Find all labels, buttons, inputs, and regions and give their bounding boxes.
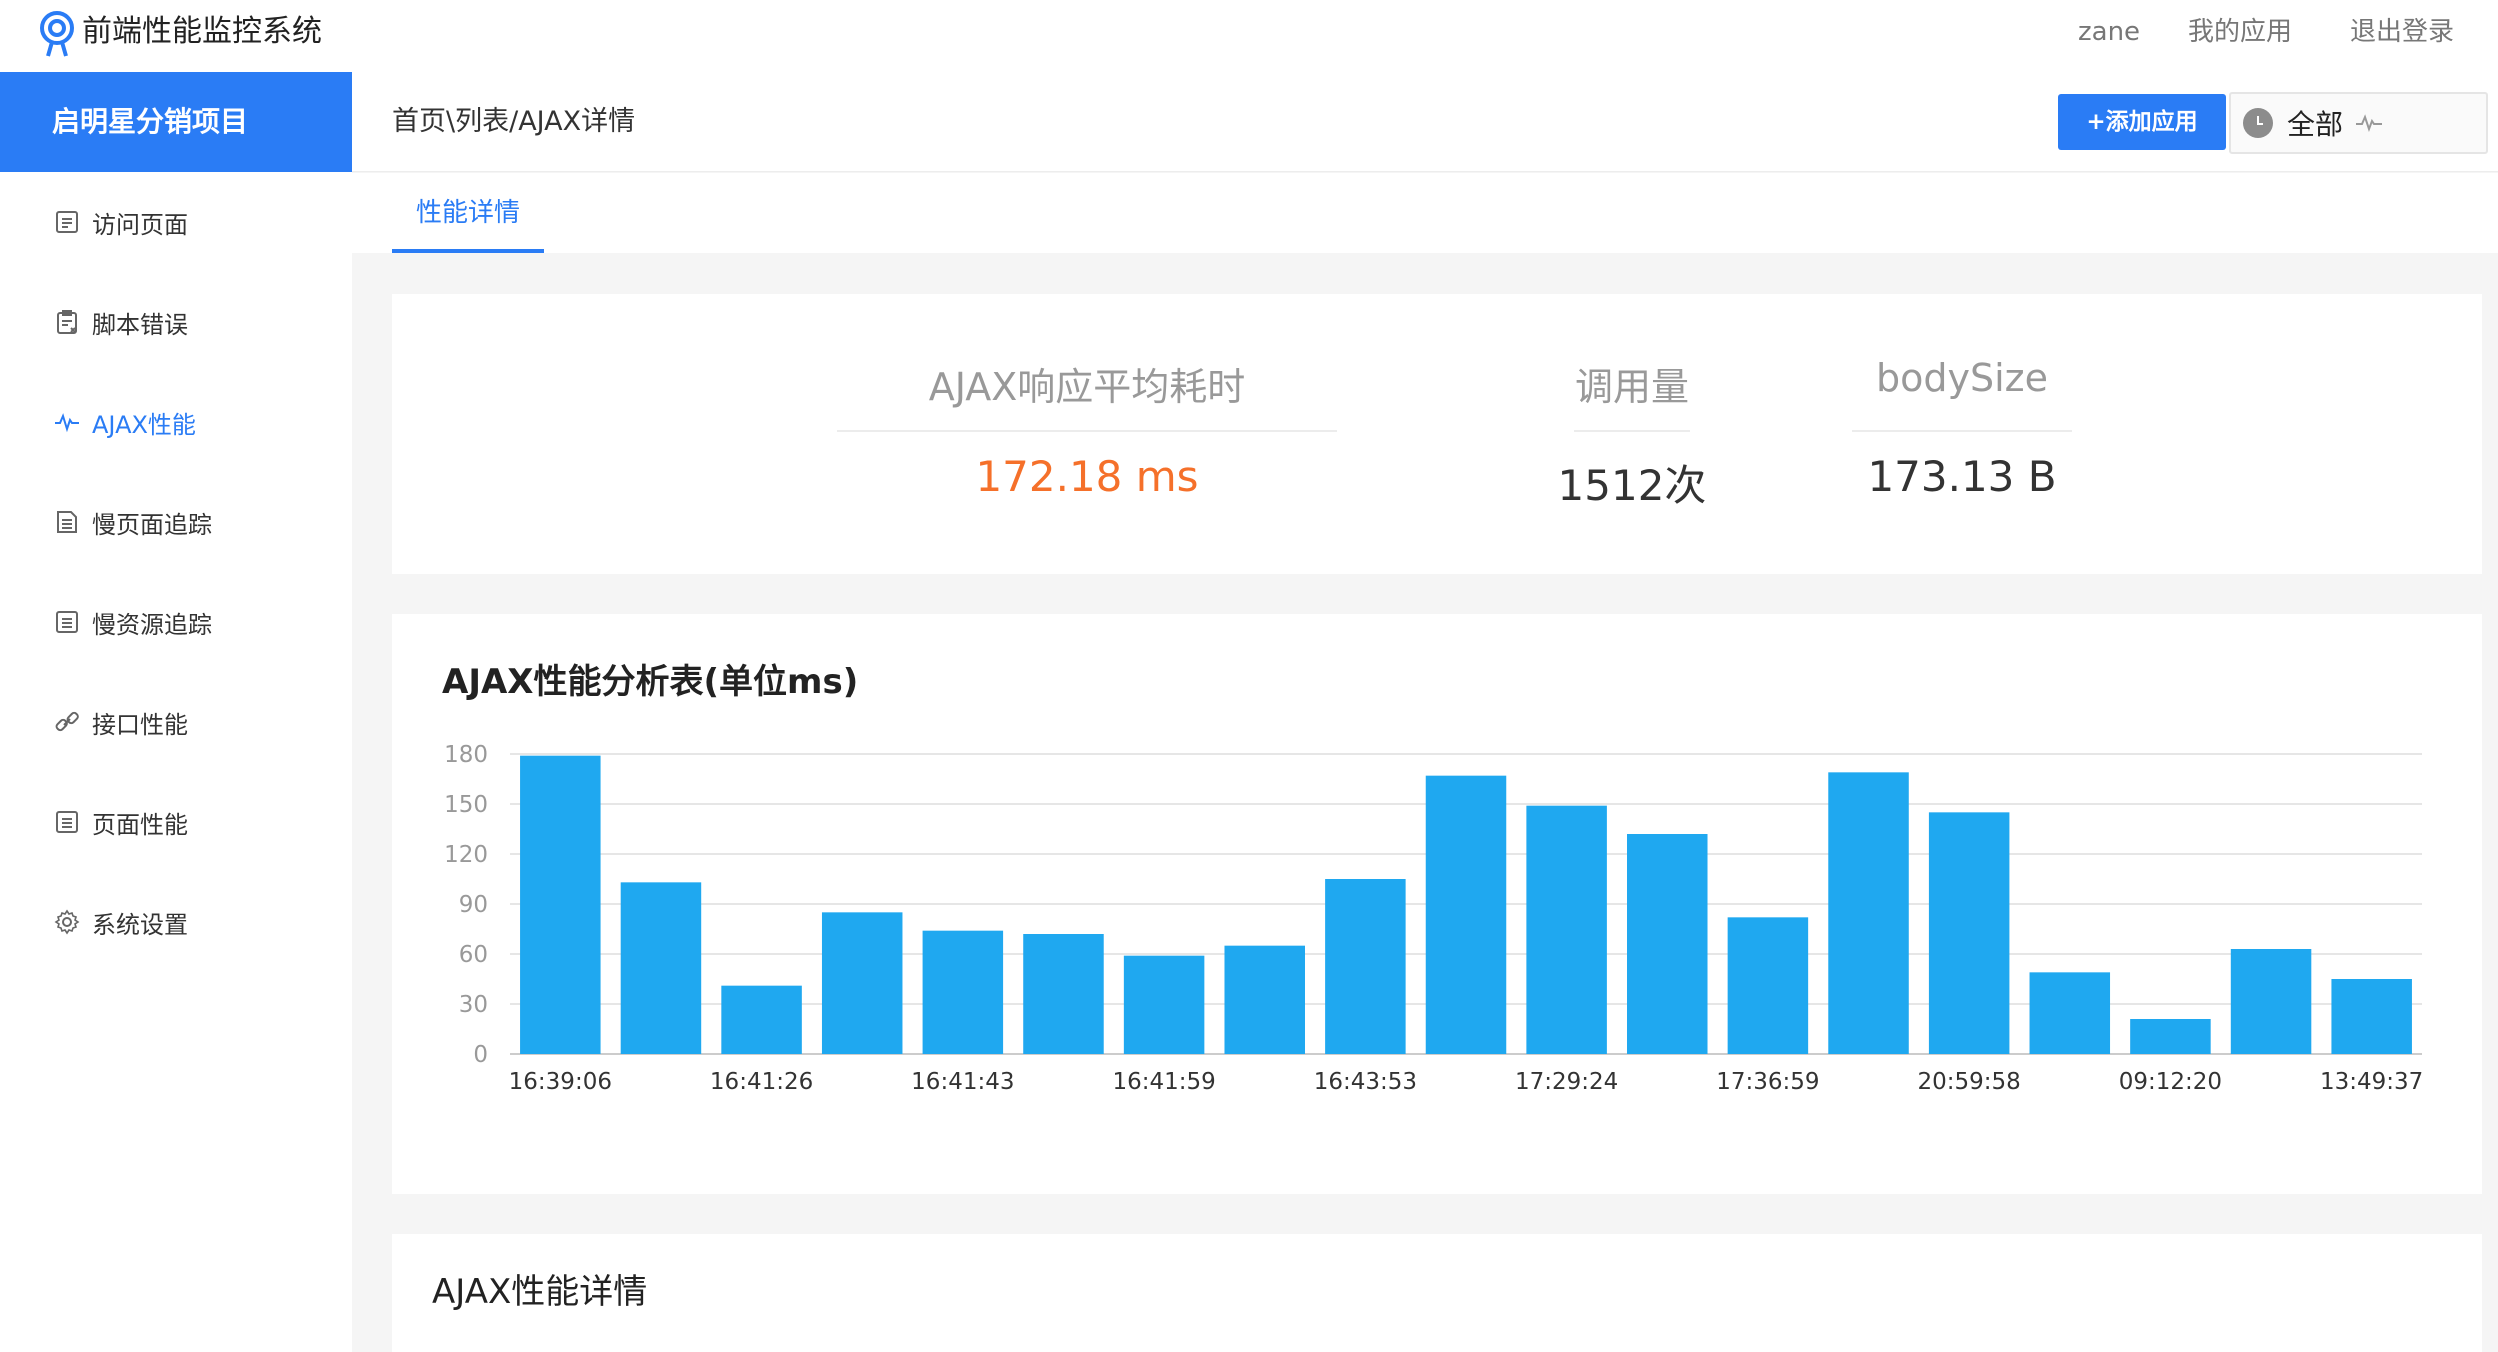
my-apps-link[interactable]: 我的应用 xyxy=(2188,14,2292,50)
content-header: 首页\列表/AJAX详情 +添加应用 全部 xyxy=(352,72,2498,172)
sidebar-item-label: 慢页面追踪 xyxy=(92,510,212,539)
sidebar: 启明星分销项目 访问页面 脚本错误 AJAX性能 慢页面追踪 慢资源追踪 接口性… xyxy=(0,72,352,1352)
breadcrumb[interactable]: 首页\列表/AJAX详情 xyxy=(392,102,635,142)
sidebar-item-label: 系统设置 xyxy=(92,910,188,939)
x-tick-label: 09:12:20 xyxy=(2119,1069,2222,1095)
sidebar-item-label: 接口性能 xyxy=(92,710,188,739)
bar[interactable] xyxy=(721,985,802,1054)
bar[interactable] xyxy=(620,882,702,1054)
x-tick-label: 16:41:59 xyxy=(1112,1069,1215,1095)
sidebar-item-api-performance[interactable]: 接口性能 xyxy=(0,692,352,752)
bar[interactable] xyxy=(2230,949,2312,1054)
sidebar-item-visit-pages[interactable]: 访问页面 xyxy=(0,192,352,252)
logout-link[interactable]: 退出登录 xyxy=(2350,14,2454,50)
chart-card: AJAX性能分析表(单位ms) 0 30 60 90 120 150 180 16:39:06… xyxy=(392,614,2482,1194)
page-perf-icon xyxy=(56,811,78,833)
x-tick-label: 17:36:59 xyxy=(1716,1069,1819,1095)
bar[interactable] xyxy=(1425,775,1507,1054)
x-tick-label: 13:49:37 xyxy=(2320,1069,2423,1095)
sidebar-item-settings[interactable]: 系统设置 xyxy=(0,892,352,952)
stats-card: AJAX响应平均耗时 172.18 ms 调用量 1512次 bodySize … xyxy=(392,294,2482,574)
user-link[interactable]: zane xyxy=(2078,14,2140,50)
bar[interactable] xyxy=(1727,917,1809,1054)
avg-response-time-value: 172.18 ms xyxy=(975,452,1199,501)
bar[interactable] xyxy=(520,755,601,1054)
sidebar-item-ajax-performance[interactable]: AJAX性能 xyxy=(0,392,352,452)
time-range-label: 全部 xyxy=(2287,108,2344,141)
bar[interactable] xyxy=(2029,972,2111,1054)
sidebar-item-label: 慢资源追踪 xyxy=(92,610,212,639)
body-size-value: 173.13 B xyxy=(1867,452,2057,501)
sidebar-item-label: AJAX性能 xyxy=(92,410,196,439)
tabs-bar: 性能详情 xyxy=(352,173,2498,253)
link-icon xyxy=(55,711,79,732)
sidebar-item-label: 脚本错误 xyxy=(92,310,188,339)
bar[interactable] xyxy=(1526,805,1607,1054)
bar[interactable] xyxy=(1224,945,1305,1054)
call-count-label: 调用量 xyxy=(1574,365,1689,409)
y-tick-label: 120 xyxy=(444,842,488,868)
sidebar-item-label: 页面性能 xyxy=(92,810,188,839)
gear-icon xyxy=(54,909,80,935)
x-tick-label: 17:29:24 xyxy=(1515,1069,1618,1095)
x-tick-label: 16:41:26 xyxy=(710,1069,813,1095)
clock-icon xyxy=(2243,108,2273,138)
detail-title: AJAX性能详情 xyxy=(432,1272,648,1312)
x-tick-label: 16:43:53 xyxy=(1314,1069,1417,1095)
y-tick-label: 0 xyxy=(473,1042,488,1068)
y-tick-label: 60 xyxy=(459,942,488,968)
divider xyxy=(837,430,1337,432)
bar[interactable] xyxy=(2331,979,2412,1054)
project-name[interactable]: 启明星分销项目 xyxy=(0,72,352,172)
y-tick-label: 30 xyxy=(459,992,488,1018)
pulse-icon xyxy=(55,413,79,433)
bar[interactable] xyxy=(922,930,1004,1054)
pulse-icon xyxy=(2356,114,2383,132)
x-tick-label: 20:59:58 xyxy=(1918,1069,2021,1095)
sidebar-item-script-errors[interactable]: 脚本错误 xyxy=(0,292,352,352)
page-icon xyxy=(56,211,78,233)
slow-page-icon xyxy=(57,511,77,533)
slow-resource-icon xyxy=(56,611,78,633)
body-size-label: bodySize xyxy=(1876,356,2048,400)
sidebar-item-slow-resources[interactable]: 慢资源追踪 xyxy=(0,592,352,652)
ajax-performance-bar-chart: 0 30 60 90 120 150 180 16:39:06 16:41:26 16:41:43… xyxy=(444,742,2423,1095)
detail-card: AJAX性能详情 xyxy=(392,1234,2482,1352)
sidebar-item-label: 访问页面 xyxy=(92,210,188,239)
y-tick-label: 150 xyxy=(444,792,488,818)
time-range-select[interactable]: 全部 xyxy=(2229,92,2488,154)
bar[interactable] xyxy=(821,912,903,1054)
top-bar: 前端性能监控系统 zane 我的应用 退出登录 xyxy=(0,0,2498,72)
bar[interactable] xyxy=(1928,812,2010,1054)
sidebar-item-page-performance[interactable]: 页面性能 xyxy=(0,792,352,852)
bar[interactable] xyxy=(1123,955,1205,1054)
script-error-icon xyxy=(57,310,77,334)
add-app-button[interactable]: +添加应用 xyxy=(2058,94,2226,150)
call-count-value: 1512次 xyxy=(1557,461,1707,510)
y-tick-label: 180 xyxy=(444,742,488,768)
divider xyxy=(1574,430,1690,432)
bar[interactable] xyxy=(1325,879,1406,1054)
logo-icon xyxy=(40,11,74,57)
bar[interactable] xyxy=(1023,934,1104,1054)
sidebar-item-slow-pages[interactable]: 慢页面追踪 xyxy=(0,492,352,552)
avg-response-time-label: AJAX响应平均耗时 xyxy=(928,365,1246,409)
divider xyxy=(1852,430,2072,432)
tab-performance-details[interactable]: 性能详情 xyxy=(392,173,544,253)
x-tick-label: 16:39:06 xyxy=(509,1069,612,1095)
x-tick-label: 16:41:43 xyxy=(911,1069,1014,1095)
y-tick-label: 90 xyxy=(459,892,488,918)
bar[interactable] xyxy=(1627,834,1708,1054)
bar[interactable] xyxy=(2130,1019,2211,1054)
bar[interactable] xyxy=(1828,772,1909,1054)
app-title: 前端性能监控系统 xyxy=(82,14,322,49)
